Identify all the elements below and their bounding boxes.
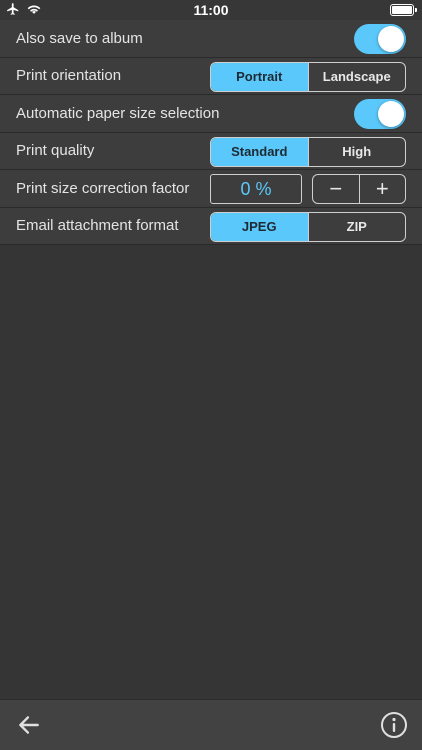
- automatic-paper-size-toggle[interactable]: [354, 99, 406, 129]
- settings-list: Also save to album Print orientation Por…: [0, 20, 422, 245]
- status-bar: 11:00: [0, 0, 422, 20]
- print-orientation-segmented-control: Portrait Landscape: [210, 61, 406, 92]
- also-save-to-album-toggle[interactable]: [354, 24, 406, 54]
- email-format-segmented-control: JPEG ZIP: [210, 211, 406, 242]
- back-arrow-icon[interactable]: [16, 712, 42, 738]
- airplane-icon: [7, 3, 19, 15]
- status-left-icons: [6, 2, 42, 16]
- decrement-button[interactable]: −: [313, 175, 359, 203]
- quality-standard-segment[interactable]: Standard: [211, 137, 308, 166]
- correction-stepper: − +: [312, 174, 406, 204]
- orientation-landscape-segment[interactable]: Landscape: [307, 62, 406, 91]
- row-print-quality: Print quality Standard High: [0, 132, 422, 170]
- print-quality-segmented-control: Standard High: [210, 136, 406, 167]
- bottom-toolbar: [0, 699, 422, 750]
- row-also-save-to-album: Also save to album: [0, 20, 422, 58]
- automatic-paper-size-label: Automatic paper size selection: [16, 104, 220, 122]
- orientation-portrait-segment[interactable]: Portrait: [211, 62, 308, 91]
- format-zip-segment[interactable]: ZIP: [307, 212, 406, 241]
- row-automatic-paper-size: Automatic paper size selection: [0, 95, 422, 133]
- correction-value-field[interactable]: 0 %: [210, 174, 302, 204]
- also-save-to-album-label: Also save to album: [16, 29, 143, 47]
- toggle-knob: [378, 26, 404, 52]
- format-jpeg-segment[interactable]: JPEG: [211, 212, 308, 241]
- toggle-knob: [378, 101, 404, 127]
- status-time: 11:00: [193, 2, 229, 18]
- quality-high-segment[interactable]: High: [307, 137, 406, 166]
- info-icon[interactable]: [380, 711, 408, 739]
- increment-button[interactable]: +: [358, 175, 406, 203]
- row-email-attachment-format: Email attachment format JPEG ZIP: [0, 207, 422, 245]
- row-print-size-correction: Print size correction factor 0 % − +: [0, 170, 422, 208]
- wifi-icon: [27, 5, 41, 14]
- battery-icon: [390, 4, 417, 16]
- row-print-orientation: Print orientation Portrait Landscape: [0, 57, 422, 95]
